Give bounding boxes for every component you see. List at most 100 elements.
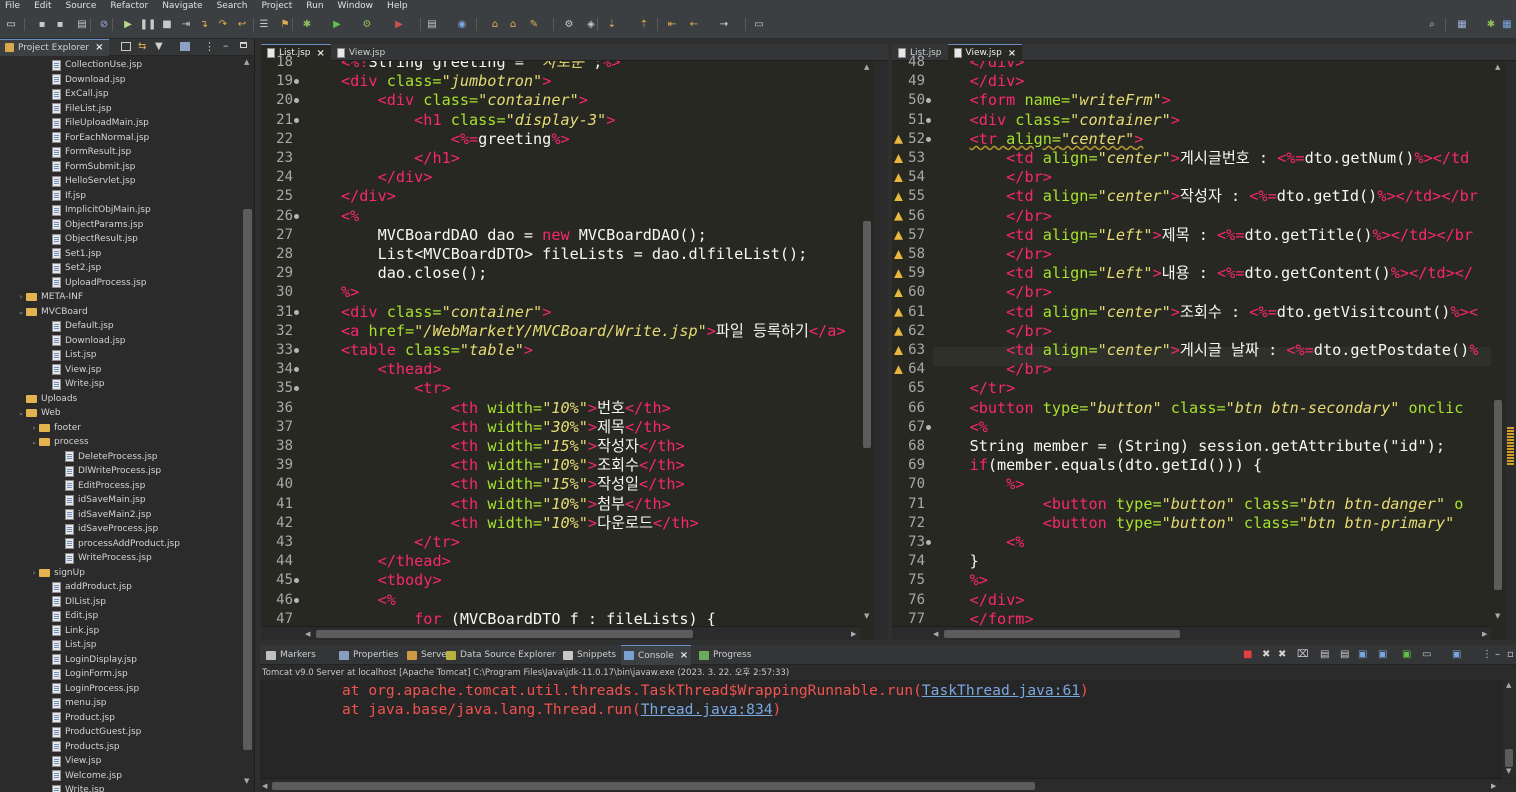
tree-file-item[interactable]: addProduct.jsp [42, 580, 132, 594]
fold-marker-icon[interactable] [294, 348, 299, 353]
link-editor-icon[interactable]: ⇆ [138, 41, 146, 52]
fold-marker-icon[interactable] [926, 117, 931, 123]
fold-marker-icon[interactable] [294, 213, 299, 219]
tree-file-item[interactable]: ObjectResult.jsp [42, 232, 138, 246]
scroll-left-arrow-icon[interactable]: ◀ [305, 630, 310, 638]
disconnect-icon[interactable]: ⇥ [179, 17, 193, 31]
stack-trace-link[interactable]: TaskThread.java:61 [922, 682, 1080, 699]
menu-item-run[interactable]: Run [301, 1, 332, 11]
tree-file-item[interactable]: Link.jsp [42, 624, 99, 638]
tab-data-source-explorer[interactable]: Data Source Explorer [443, 645, 559, 665]
run-icon[interactable]: ▶ [330, 17, 344, 31]
skip-breakpoints-icon[interactable]: ⊘ [97, 17, 111, 31]
tree-folder-item[interactable]: ⌄ process [29, 435, 89, 449]
expand-arrow-icon[interactable]: › [29, 569, 39, 577]
tree-file-item[interactable]: LoginDisplay.jsp [42, 653, 137, 667]
perspective-java-icon[interactable]: ▦ [1500, 17, 1514, 31]
console-maximize-icon[interactable]: ▫ [1507, 649, 1514, 660]
minimize-icon[interactable]: – [223, 39, 229, 52]
tree-file-item[interactable]: idSaveMain2.jsp [55, 508, 151, 522]
terminate-console-icon[interactable]: ■ [1243, 649, 1252, 660]
step-return-icon[interactable]: ↩ [235, 17, 249, 31]
editor-left[interactable]: List.jsp × View.jsp 18 19 20 21 22 23 24 25 26 27 28… [261, 44, 888, 640]
editor-left-vscroll-thumb[interactable] [863, 221, 871, 448]
pin-console-icon[interactable]: ▣ [1402, 649, 1411, 660]
fold-marker-icon[interactable] [294, 309, 299, 315]
tree-file-item[interactable]: Set1.jsp [42, 247, 101, 261]
fold-marker-icon[interactable] [294, 386, 299, 392]
web-browser-icon[interactable]: ◉ [455, 17, 469, 31]
scroll-down-arrow-icon[interactable]: ▼ [244, 777, 249, 785]
tree-file-item[interactable]: Set2.jsp [42, 261, 101, 275]
perspective-debug-icon[interactable]: ✱ [1484, 17, 1498, 31]
explorer-scroll-thumb[interactable] [243, 209, 252, 750]
scroll-up-arrow-icon[interactable]: ▲ [244, 58, 249, 66]
scroll-down-arrow-icon[interactable]: ▼ [864, 612, 869, 620]
menu-item-help[interactable]: Help [382, 1, 417, 11]
console-hscroll-thumb[interactable] [272, 782, 1035, 790]
editor-left-hscroll-thumb[interactable] [316, 630, 693, 638]
scroll-up-arrow-icon[interactable]: ▲ [1495, 63, 1500, 71]
tree-file-item[interactable]: ForEachNormal.jsp [42, 131, 149, 145]
menu-item-navigate[interactable]: Navigate [157, 1, 211, 11]
maximize-icon[interactable] [240, 42, 247, 48]
editor-right-hscroll[interactable]: ◀ ▶ [892, 626, 1491, 640]
menu-item-file[interactable]: File [0, 1, 29, 11]
warning-marker[interactable] [1507, 427, 1514, 429]
editor-right-vscroll[interactable]: ▲ ▼ [1491, 61, 1505, 626]
tree-file-item[interactable]: Write.jsp [42, 377, 105, 391]
menu-item-edit[interactable]: Edit [29, 1, 60, 11]
expand-arrow-icon[interactable]: ⌄ [16, 308, 26, 316]
debug-icon[interactable]: ✱ [300, 17, 314, 31]
tree-file-item[interactable]: HelloServlet.jsp [42, 174, 135, 188]
tree-file-item[interactable]: Default.jsp [42, 319, 114, 333]
tab-progress[interactable]: Progress [696, 645, 754, 665]
new-icon[interactable]: ▭ [4, 17, 18, 31]
menu-item-project[interactable]: Project [256, 1, 301, 11]
tree-file-item[interactable]: DlWriteProcess.jsp [55, 464, 161, 478]
forward-icon[interactable]: → [717, 17, 731, 31]
open-type-icon[interactable]: ⌂ [488, 17, 502, 31]
tree-file-item[interactable]: View.jsp [42, 363, 101, 377]
tree-folder-item[interactable]: › META-INF [16, 290, 83, 304]
tree-file-item[interactable]: idSaveMain.jsp [55, 493, 146, 507]
scroll-lock-icon[interactable]: ▤ [1320, 649, 1329, 660]
fold-marker-icon[interactable] [926, 424, 931, 430]
console-vscroll-thumb[interactable] [1505, 749, 1513, 767]
profile-icon[interactable]: ⚙ [360, 17, 374, 31]
scroll-up-arrow-icon[interactable]: ▲ [864, 63, 869, 71]
tree-file-item[interactable]: FileUploadMain.jsp [42, 116, 149, 130]
tree-folder-item[interactable]: ⌄ MVCBoard [16, 305, 88, 319]
fold-marker-icon[interactable] [294, 367, 299, 373]
tree-file-item[interactable]: Products.jsp [42, 740, 120, 754]
scroll-up-arrow-icon[interactable]: ▲ [1506, 681, 1511, 689]
open-console-icon[interactable]: ▣ [1452, 649, 1461, 660]
tree-file-item[interactable]: UploadProcess.jsp [42, 276, 146, 290]
editor-left-code[interactable]: <%!String greeting = "사로운";%> <div class=… [341, 61, 888, 626]
stack-trace-link[interactable]: Thread.java:834 [641, 701, 773, 718]
tree-file-item[interactable]: ImplicitObjMain.jsp [42, 203, 151, 217]
save-all-icon[interactable]: ▪ [53, 17, 67, 31]
tree-file-item[interactable]: ObjectParams.jsp [42, 218, 143, 232]
tree-folder-item[interactable]: › signUp [29, 566, 85, 580]
remove-launch-icon[interactable]: ✖ [1262, 649, 1270, 660]
editor-right-hscroll-thumb[interactable] [944, 630, 1180, 638]
new-server-icon[interactable]: ▤ [425, 17, 439, 31]
tree-file-item[interactable]: CollectionUse.jsp [42, 58, 142, 72]
tree-file-item[interactable]: WriteProcess.jsp [55, 551, 152, 565]
console-toolbar-icon[interactable]: ☰ [257, 17, 271, 31]
tree-file-item[interactable]: Download.jsp [42, 73, 126, 87]
close-icon[interactable]: × [1008, 48, 1016, 59]
open-perspective-icon[interactable]: ▭ [752, 17, 766, 31]
tree-file-item[interactable]: ProductGuest.jsp [42, 725, 141, 739]
terminate-icon[interactable]: ■ [160, 17, 174, 31]
editor-right[interactable]: List.jsp View.jsp × 48 49 50 51 52 53 54 55 56 57 58… [892, 44, 1516, 640]
quick-access-search-icon[interactable]: ⌕ [1425, 17, 1439, 31]
menu-item-refactor[interactable]: Refactor [105, 1, 157, 11]
fold-marker-icon[interactable] [294, 578, 299, 584]
menu-item-window[interactable]: Window [333, 1, 383, 11]
editor-right-code[interactable]: </div> </div> <form name="writeFrm"> <di… [933, 61, 1493, 626]
toggle-icon[interactable]: ⚑ [278, 17, 292, 31]
prev-annotation-icon[interactable]: ⇡ [637, 17, 651, 31]
tree-file-item[interactable]: processAddProduct.jsp [55, 537, 180, 551]
